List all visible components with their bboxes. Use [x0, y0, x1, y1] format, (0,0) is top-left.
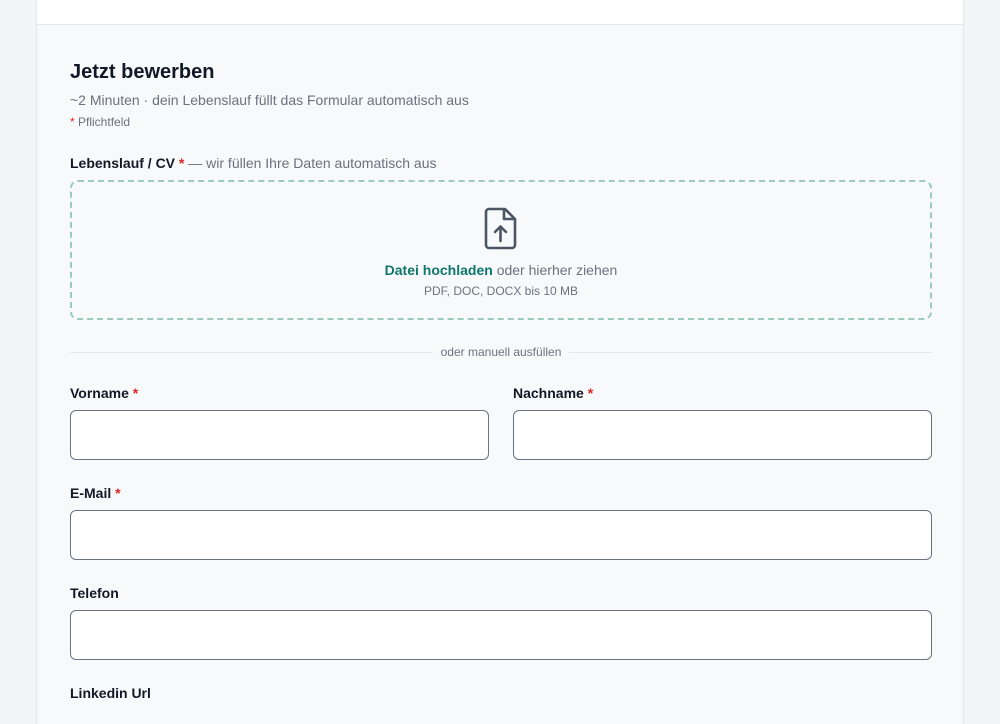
cv-label: Lebenslauf / CV * — wir füllen Ihre Date… [70, 155, 437, 171]
required-marker: * [587, 385, 594, 401]
divider-line [70, 351, 433, 353]
linkedin-label: Linkedin Url [70, 685, 151, 701]
last-name-input[interactable] [513, 410, 932, 460]
last-name-label: Nachname * [513, 385, 594, 401]
phone-input[interactable] [70, 610, 932, 660]
form-subtitle: ~2 Minuten · dein Lebenslauf füllt das F… [70, 92, 469, 108]
divider-line [569, 351, 932, 353]
form-title: Jetzt bewerben [70, 61, 215, 83]
email-input[interactable] [70, 510, 932, 560]
email-label: E-Mail * [70, 485, 121, 501]
previous-section-card [36, 0, 964, 25]
upload-drag-text: oder hierher ziehen [496, 262, 618, 278]
divider-text: oder manuell ausfüllen [440, 345, 562, 359]
cv-hint: — wir füllen Ihre Daten automatisch aus [188, 155, 437, 171]
first-name-label: Vorname * [70, 385, 139, 401]
required-marker: * [70, 115, 75, 129]
phone-label: Telefon [70, 585, 119, 601]
required-note-text: Pflichtfeld [78, 115, 131, 129]
required-marker: * [115, 485, 121, 501]
required-marker: * [178, 155, 185, 171]
manual-fill-divider: oder manuell ausfüllen [70, 343, 932, 361]
first-name-input[interactable] [70, 410, 489, 460]
application-form: Jetzt bewerben ~2 Minuten · dein Lebensl… [36, 24, 964, 724]
required-note: * Pflichtfeld [70, 115, 130, 129]
file-upload-icon [484, 207, 517, 250]
upload-formats: PDF, DOC, DOCX bis 10 MB [423, 284, 579, 298]
upload-file-link[interactable]: Datei hochladen [385, 262, 493, 278]
cv-upload-dropzone[interactable]: Datei hochladen oder hierher ziehen PDF,… [70, 180, 932, 320]
upload-instruction: Datei hochladen oder hierher ziehen [385, 262, 618, 278]
required-marker: * [132, 385, 139, 401]
